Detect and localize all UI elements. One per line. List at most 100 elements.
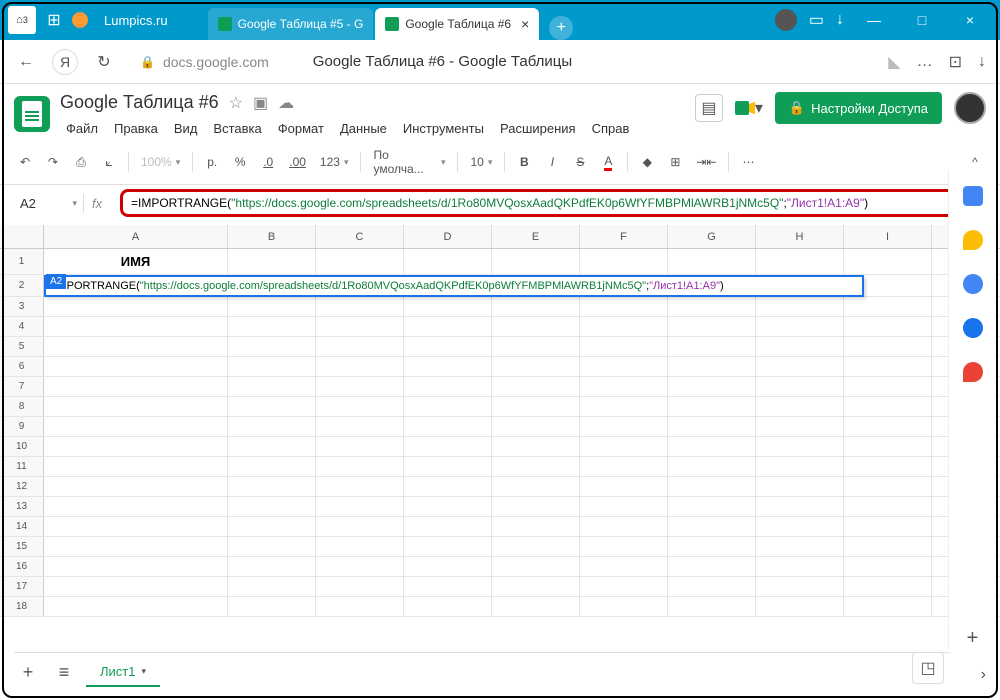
side-panel-toggle[interactable]: › <box>981 666 986 684</box>
cell[interactable] <box>844 377 932 396</box>
cell[interactable] <box>228 537 316 556</box>
cell[interactable] <box>404 417 492 436</box>
cell[interactable] <box>228 317 316 336</box>
percent-button[interactable]: % <box>229 151 251 173</box>
text-color-button[interactable]: A <box>597 150 619 175</box>
cloud-icon[interactable]: ☁ <box>278 93 294 113</box>
cell[interactable] <box>756 357 844 376</box>
cell[interactable] <box>844 597 932 616</box>
cell[interactable] <box>580 357 668 376</box>
cell[interactable] <box>316 317 404 336</box>
cell[interactable] <box>756 457 844 476</box>
column-header[interactable]: C <box>316 225 404 248</box>
cell[interactable] <box>404 357 492 376</box>
merge-button[interactable]: ⇥⇤ <box>692 151 720 173</box>
cell[interactable] <box>580 317 668 336</box>
cell[interactable] <box>492 537 580 556</box>
move-icon[interactable]: ▣ <box>253 93 268 113</box>
close-window-button[interactable]: × <box>952 0 988 40</box>
history-icon[interactable]: ▤ <box>695 94 723 122</box>
tasks-icon[interactable] <box>963 274 983 294</box>
cell[interactable] <box>668 297 756 316</box>
maximize-button[interactable]: □ <box>904 0 940 40</box>
cell[interactable] <box>580 517 668 536</box>
star-icon[interactable]: ☆ <box>229 93 243 113</box>
redo-button[interactable]: ↷ <box>42 151 64 173</box>
cell[interactable] <box>228 377 316 396</box>
cell[interactable] <box>580 377 668 396</box>
cell[interactable] <box>492 249 580 274</box>
cell[interactable] <box>316 377 404 396</box>
sheet-tab-active[interactable]: Лист1 <box>86 658 160 687</box>
cell[interactable] <box>228 497 316 516</box>
cell[interactable] <box>580 477 668 496</box>
cell[interactable] <box>404 517 492 536</box>
cell[interactable] <box>844 557 932 576</box>
cell[interactable] <box>668 517 756 536</box>
cell[interactable] <box>756 517 844 536</box>
cell[interactable] <box>44 297 228 316</box>
cell[interactable] <box>492 417 580 436</box>
cell[interactable] <box>844 457 932 476</box>
zoom-select[interactable]: 100% <box>137 153 184 171</box>
cell[interactable] <box>756 577 844 596</box>
row-header[interactable]: 16 <box>0 557 44 576</box>
cell[interactable] <box>44 397 228 416</box>
cell[interactable] <box>404 497 492 516</box>
more-button[interactable]: ⋯ <box>737 151 759 173</box>
cell[interactable] <box>668 377 756 396</box>
cell[interactable] <box>228 597 316 616</box>
cell[interactable] <box>844 417 932 436</box>
cell[interactable] <box>44 417 228 436</box>
cell[interactable] <box>492 577 580 596</box>
cell[interactable] <box>44 377 228 396</box>
cell[interactable] <box>492 337 580 356</box>
minimize-button[interactable]: — <box>856 0 892 40</box>
contacts-icon[interactable] <box>963 318 983 338</box>
cell[interactable] <box>844 437 932 456</box>
cell[interactable] <box>844 249 932 274</box>
add-sheet-button[interactable]: + <box>14 659 42 687</box>
meet-icon[interactable]: ▾ <box>735 94 763 122</box>
cell[interactable] <box>844 537 932 556</box>
menu-extensions[interactable]: Расширения <box>494 117 582 140</box>
row-header[interactable]: 9 <box>0 417 44 436</box>
cell[interactable] <box>580 397 668 416</box>
cell[interactable] <box>228 397 316 416</box>
cell[interactable] <box>316 357 404 376</box>
column-header[interactable]: B <box>228 225 316 248</box>
extensions-icon[interactable]: ⊡ <box>949 52 962 72</box>
cell[interactable]: ИМЯ <box>44 249 228 274</box>
cell[interactable] <box>404 557 492 576</box>
cell[interactable] <box>580 249 668 274</box>
bold-button[interactable]: B <box>513 151 535 173</box>
cell[interactable] <box>580 537 668 556</box>
calendar-icon[interactable] <box>963 186 983 206</box>
cell[interactable] <box>668 249 756 274</box>
cell[interactable] <box>44 557 228 576</box>
downloads-icon[interactable]: ↓ <box>836 11 844 29</box>
row-header[interactable]: 15 <box>0 537 44 556</box>
cell[interactable] <box>668 557 756 576</box>
cell[interactable] <box>492 377 580 396</box>
panel-icon[interactable]: ▭ <box>809 10 824 30</box>
cell[interactable] <box>404 337 492 356</box>
cell[interactable] <box>228 437 316 456</box>
cell[interactable] <box>756 317 844 336</box>
cell[interactable] <box>44 497 228 516</box>
cell[interactable] <box>316 517 404 536</box>
column-header[interactable]: I <box>844 225 932 248</box>
menu-file[interactable]: Файл <box>60 117 104 140</box>
cell[interactable] <box>756 497 844 516</box>
browser-tab-active[interactable]: Google Таблица #6 × <box>375 8 539 40</box>
new-window-icon[interactable]: ⊞ <box>44 10 64 30</box>
row-header[interactable]: 1 <box>0 249 44 274</box>
cell[interactable] <box>492 357 580 376</box>
cell[interactable] <box>316 437 404 456</box>
number-format-select[interactable]: 123 <box>316 153 353 171</box>
cell[interactable] <box>756 377 844 396</box>
cell[interactable] <box>316 537 404 556</box>
cell[interactable] <box>404 537 492 556</box>
cell[interactable] <box>756 417 844 436</box>
cell[interactable] <box>668 437 756 456</box>
